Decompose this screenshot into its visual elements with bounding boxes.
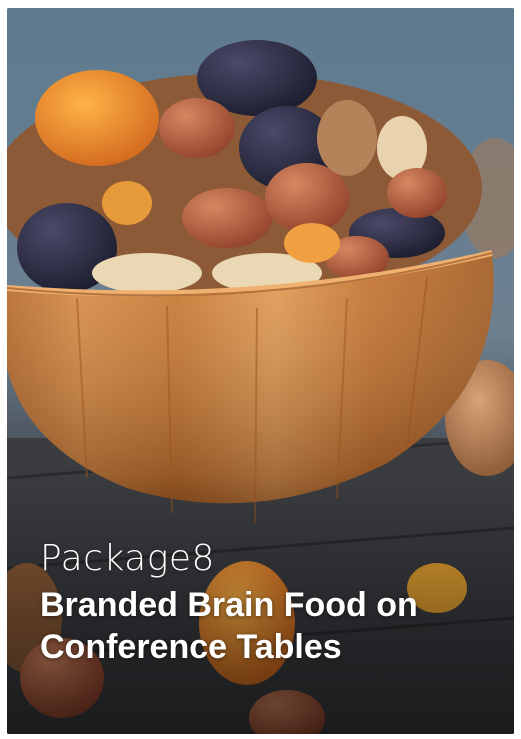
card-eyebrow: Package8	[40, 538, 215, 579]
card-caption: Package8 Branded Brain Food on Conferenc…	[40, 538, 494, 668]
card-headline[interactable]: Branded Brain Food on Conference Tables	[40, 584, 500, 668]
article-card[interactable]: Package8 Branded Brain Food on Conferenc…	[7, 8, 514, 734]
